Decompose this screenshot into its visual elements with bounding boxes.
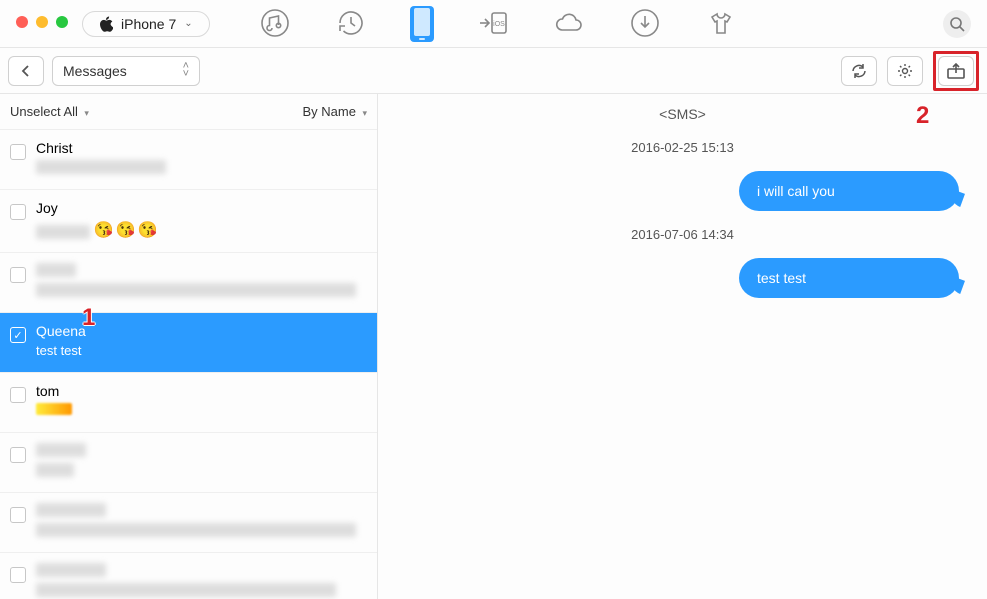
device-label: iPhone 7 — [121, 16, 176, 32]
back-button[interactable] — [8, 56, 44, 86]
export-highlight — [933, 51, 979, 91]
conversation-title: <SMS> — [406, 106, 959, 122]
unselect-all[interactable]: Unselect All ▾ — [10, 104, 89, 119]
checkbox[interactable] — [10, 387, 26, 403]
thread-name-redacted — [36, 503, 106, 517]
message-timestamp: 2016-07-06 14:34 — [406, 227, 959, 242]
thread-row[interactable] — [0, 553, 377, 599]
music-icon[interactable] — [258, 6, 292, 40]
mode-tabs: iOS — [258, 6, 738, 42]
toolbar: Messages ˄˅ — [0, 48, 987, 94]
thread-name: Christ — [36, 140, 367, 156]
thread-row-selected[interactable]: ✓ Queena test test — [0, 313, 377, 373]
thread-row[interactable] — [0, 433, 377, 493]
category-label: Messages — [63, 63, 127, 79]
search-button[interactable] — [943, 10, 971, 38]
category-select[interactable]: Messages ˄˅ — [52, 56, 200, 86]
titlebar: iPhone 7 ⌄ iOS — [0, 0, 987, 48]
content: Unselect All ▾ By Name ▾ Christ Joy 😘😘� — [0, 94, 987, 599]
settings-button[interactable] — [887, 56, 923, 86]
thread-preview-redacted — [36, 283, 356, 297]
message-timestamp: 2016-02-25 15:13 — [406, 140, 959, 155]
download-icon[interactable] — [628, 6, 662, 40]
thread-preview-redacted — [36, 160, 166, 174]
thread-preview-redacted — [36, 583, 336, 597]
device-selector[interactable]: iPhone 7 ⌄ — [82, 11, 210, 37]
minimize-window[interactable] — [36, 16, 48, 28]
dropdown-icon: ▾ — [360, 108, 367, 118]
sidebar-header: Unselect All ▾ By Name ▾ — [0, 94, 377, 130]
zoom-window[interactable] — [56, 16, 68, 28]
thread-row[interactable]: tom — [0, 373, 377, 433]
thread-preview-redacted — [36, 403, 72, 415]
export-button[interactable] — [938, 56, 974, 86]
thread-row[interactable] — [0, 493, 377, 553]
thread-row[interactable] — [0, 253, 377, 313]
checkbox[interactable] — [10, 204, 26, 220]
thread-name: Queena — [36, 323, 367, 339]
checkbox[interactable] — [10, 267, 26, 283]
thread-preview-redacted — [36, 463, 74, 477]
tshirt-icon[interactable] — [704, 6, 738, 40]
thread-row[interactable]: Christ — [0, 130, 377, 190]
close-window[interactable] — [16, 16, 28, 28]
thread-name-redacted — [36, 443, 86, 457]
thread-preview: test test — [36, 343, 367, 358]
svg-text:iOS: iOS — [493, 21, 505, 28]
thread-name: tom — [36, 383, 367, 399]
conversation-pane: <SMS> 2016-02-25 15:13 i will call you 2… — [378, 94, 987, 599]
refresh-button[interactable] — [841, 56, 877, 86]
window-controls — [16, 16, 68, 28]
thread-sidebar: Unselect All ▾ By Name ▾ Christ Joy 😘😘� — [0, 94, 378, 599]
device-tab-active[interactable] — [410, 6, 434, 42]
checkbox-checked[interactable]: ✓ — [10, 327, 26, 343]
checkbox[interactable] — [10, 507, 26, 523]
history-icon[interactable] — [334, 6, 368, 40]
checkbox[interactable] — [10, 144, 26, 160]
apple-icon — [99, 16, 113, 32]
checkbox[interactable] — [10, 447, 26, 463]
chevron-down-icon: ⌄ — [184, 18, 192, 29]
dropdown-icon: ▾ — [82, 108, 89, 118]
select-chevrons-icon: ˄˅ — [183, 63, 189, 78]
checkbox[interactable] — [10, 567, 26, 583]
cloud-icon[interactable] — [552, 6, 586, 40]
thread-name-redacted — [36, 563, 106, 577]
thread-name-redacted — [36, 263, 76, 277]
thread-preview: 😘😘😘 — [36, 220, 367, 240]
thread-name: Joy — [36, 200, 367, 216]
thread-row[interactable]: Joy 😘😘😘 — [0, 190, 377, 253]
thread-preview-redacted — [36, 523, 356, 537]
sort-control[interactable]: By Name ▾ — [303, 104, 368, 119]
thread-list: Christ Joy 😘😘😘 — [0, 130, 377, 599]
message-bubble: i will call you — [739, 171, 959, 211]
to-ios-icon[interactable]: iOS — [476, 6, 510, 40]
message-bubble: test test — [739, 258, 959, 298]
